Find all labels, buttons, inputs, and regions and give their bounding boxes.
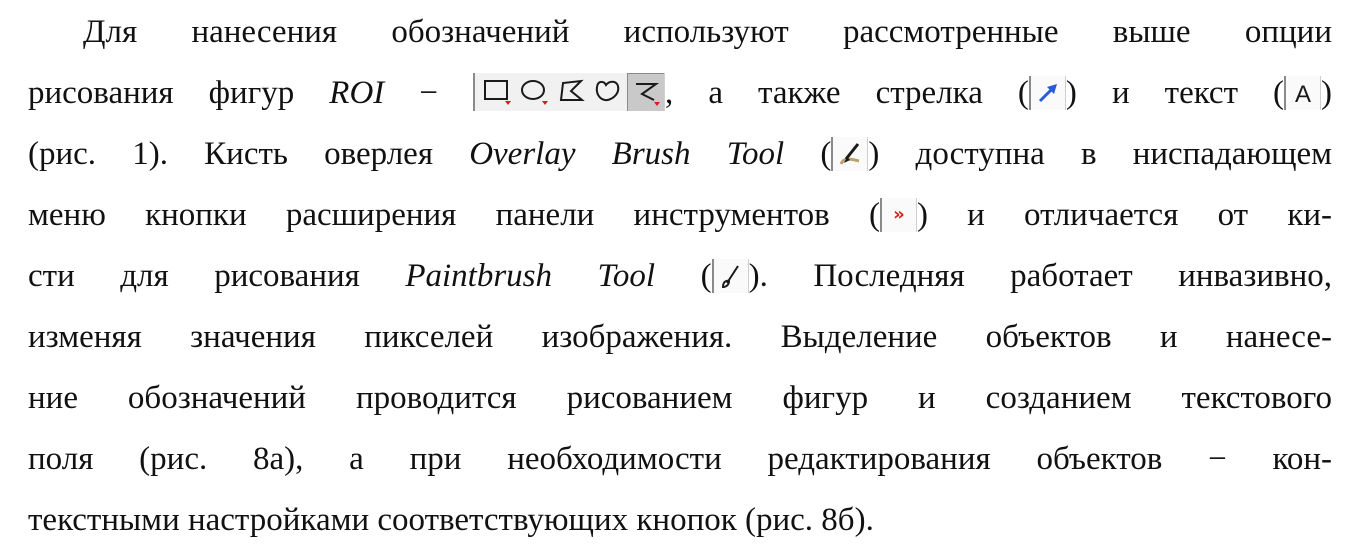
line-5: сти для рисования Paintbrush Tool ( ). П… [28,246,1332,307]
line-4: меню кнопки расширения панели инструмент… [28,185,1332,246]
paintbrush-term: Paintbrush Tool [405,258,656,294]
text-segment: рисования фигур [28,75,295,111]
text-segment: меню кнопки расширения панели инструмент… [28,197,880,233]
text-segment: ( [820,136,832,172]
line-1: Для нанесения обозначений используют рас… [28,2,1332,63]
arrow-icon [1028,76,1066,110]
more-tools-icon: » [879,198,917,232]
text-segment: ) и отличается от ки- [916,197,1333,233]
text-segment: ). Последняя работает инвазивно, [748,258,1333,294]
text-tool-glyph: A [1295,81,1311,108]
paragraph-line-7: ние обозначений проводится рисованием фи… [28,380,1332,416]
roi-term: ROI [329,75,385,111]
text-segment: ) доступна в ниспадающем [868,136,1333,172]
rectangle-icon [479,73,516,111]
paintbrush-icon [711,259,749,293]
line-6: изменяя значения пикселей изображения. В… [28,307,1332,368]
document-page: Для нанесения обозначений используют рас… [0,0,1360,554]
paragraph-line-6: изменяя значения пикселей изображения. В… [28,319,1332,355]
paragraph-line-1: Для нанесения обозначений используют рас… [83,14,1332,50]
overlay-brush-term: Overlay Brush Tool [469,136,785,172]
line-9: текстными настройками соответствующих кн… [28,490,1332,551]
line-3: (рис. 1). Кисть оверлея Overlay Brush To… [28,124,1332,185]
paragraph-line-9: текстными настройками соответствующих кн… [28,502,874,538]
text-segment: (рис. 1). Кисть оверлея [28,136,434,172]
line-2: рисования фигур ROI − , а также стрелка … [28,63,1332,124]
line-icon [627,73,665,111]
roi-toolbar [473,73,666,111]
text-segment: ( [700,258,712,294]
oval-icon [516,73,553,111]
dash: − [419,75,438,111]
text-segment: , а также стрелка ( [665,75,1029,111]
text-segment: сти для рисования [28,258,360,294]
paragraph-line-8: поля (рис. 8а), а при необходимости реда… [28,441,1332,477]
line-8: поля (рис. 8а), а при необходимости реда… [28,429,1332,490]
text-segment: ) и текст ( [1065,75,1285,111]
freehand-icon [590,73,627,111]
polygon-icon [553,73,590,111]
overlay-brush-icon [831,137,869,171]
text-segment: ) [1321,75,1333,111]
line-7: ние обозначений проводится рисованием фи… [28,368,1332,429]
more-tools-glyph: » [893,204,905,225]
text-tool-icon: A [1284,76,1322,110]
